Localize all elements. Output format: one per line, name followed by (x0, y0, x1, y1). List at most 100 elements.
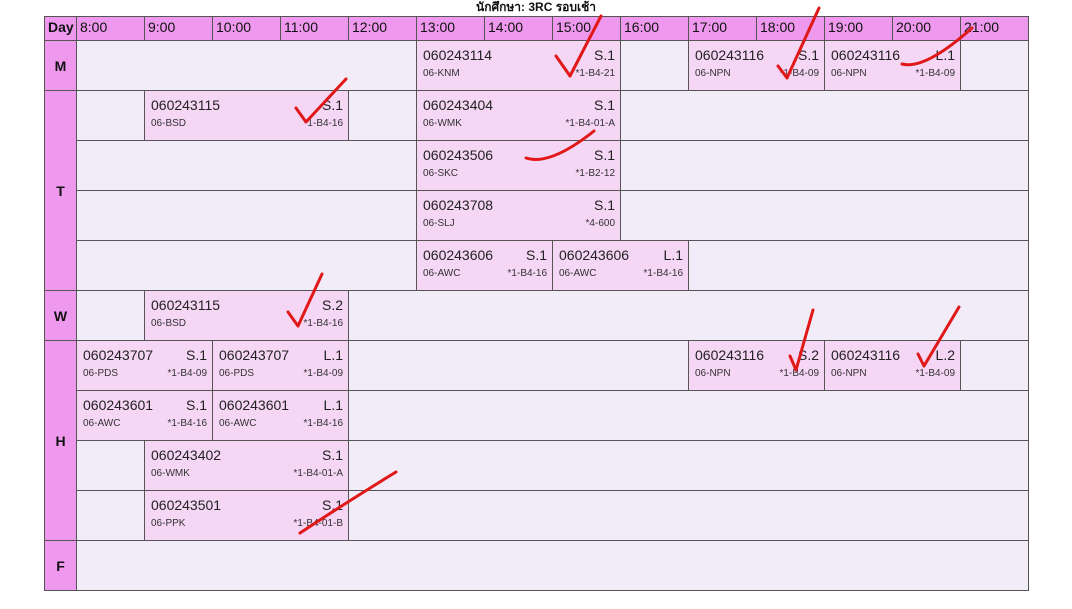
class-slot[interactable]: 060243115 S.1 06-BSD *1-B4-16 (144, 90, 349, 141)
course-code: 060243707 (219, 347, 290, 363)
room-code: *1-B4-16 (643, 268, 683, 279)
slot-line-2: 06-PDS *1-B4-09 (83, 368, 207, 379)
section-label: S.1 (525, 247, 547, 263)
room-code: *1-B4-16 (507, 268, 547, 279)
instructor-code: 06-NPN (831, 68, 867, 79)
day-label-t: T (44, 90, 77, 291)
slot-line-2: 06-AWC *1-B4-16 (219, 418, 343, 429)
class-slot[interactable]: 060243601 S.1 06-AWC *1-B4-16 (76, 390, 213, 441)
instructor-code: 06-WMK (423, 118, 462, 129)
class-slot[interactable]: 060243116 L.1 06-NPN *1-B4-09 (824, 40, 961, 91)
hour-header: 12:00 (348, 16, 417, 41)
section-label: L.2 (935, 347, 955, 363)
hour-header: 16:00 (620, 16, 689, 41)
section-label: L.1 (935, 47, 955, 63)
slot-line-2: 06-PDS *1-B4-09 (219, 368, 343, 379)
slot-line-1: 060243404 S.1 (423, 97, 615, 113)
course-code: 060243115 (151, 97, 221, 113)
room-code: *1-B4-16 (303, 418, 343, 429)
slot-line-2: 06-WMK *1-B4-01-A (423, 118, 615, 129)
room-code: *1-B4-09 (303, 368, 343, 379)
section-label: S.1 (593, 197, 615, 213)
class-slot[interactable]: 060243707 L.1 06-PDS *1-B4-09 (212, 340, 349, 391)
class-slot[interactable]: 060243115 S.2 06-BSD *1-B4-16 (144, 290, 349, 341)
hour-header: 10:00 (212, 16, 281, 41)
class-slot[interactable]: 060243707 S.1 06-PDS *1-B4-09 (76, 340, 213, 391)
room-code: *1-B2-12 (575, 168, 615, 179)
instructor-code: 06-NPN (831, 368, 867, 379)
hour-header: 19:00 (824, 16, 893, 41)
slot-line-1: 060243707 L.1 (219, 347, 343, 363)
slot-line-1: 060243114 S.1 (423, 47, 615, 63)
course-code: 060243601 (219, 397, 290, 413)
class-slot[interactable]: 060243116 L.2 06-NPN *1-B4-09 (824, 340, 961, 391)
class-slot[interactable]: 060243708 S.1 06-SLJ *4-600 (416, 190, 621, 241)
slot-line-1: 060243707 S.1 (83, 347, 207, 363)
class-slot[interactable]: 060243606 S.1 06-AWC *1-B4-16 (416, 240, 553, 291)
room-code: *1-B4-01-B (293, 518, 343, 529)
hour-header: 11:00 (280, 16, 349, 41)
class-slot[interactable]: 060243501 S.1 06-PPK *1-B4-01-B (144, 490, 349, 541)
instructor-code: 06-AWC (423, 268, 461, 279)
course-code: 060243606 (559, 247, 630, 263)
hour-header: 21:00 (960, 16, 1029, 41)
slot-line-1: 060243116 S.2 (695, 347, 819, 363)
slot-line-2: 06-NPN *1-B4-09 (695, 68, 819, 79)
slot-line-2: 06-AWC *1-B4-16 (83, 418, 207, 429)
course-code: 060243506 (423, 147, 494, 163)
class-slot[interactable]: 060243116 S.1 06-NPN *1-B4-09 (688, 40, 825, 91)
room-code: *1-B4-01-A (565, 118, 615, 129)
slot-line-1: 060243708 S.1 (423, 197, 615, 213)
hour-header: 20:00 (892, 16, 961, 41)
day-column-header: Day (44, 16, 77, 41)
room-code: *1-B4-16 (303, 318, 343, 329)
instructor-code: 06-PDS (83, 368, 119, 379)
room-code: *1-B4-21 (575, 68, 615, 79)
class-slot[interactable]: 060243116 S.2 06-NPN *1-B4-09 (688, 340, 825, 391)
slot-line-1: 060243115 S.2 (151, 297, 343, 313)
schedule-row (76, 540, 1029, 591)
slot-line-1: 060243501 S.1 (151, 497, 343, 513)
hour-header: 15:00 (552, 16, 621, 41)
room-code: *1-B4-09 (167, 368, 207, 379)
slot-line-2: 06-SKC *1-B2-12 (423, 168, 615, 179)
course-code: 060243116 (831, 47, 901, 63)
section-label: S.1 (321, 447, 343, 463)
instructor-code: 06-SLJ (423, 218, 455, 229)
instructor-code: 06-AWC (219, 418, 257, 429)
section-label: S.1 (185, 397, 207, 413)
hour-header: 14:00 (484, 16, 553, 41)
slot-line-2: 06-KNM *1-B4-21 (423, 68, 615, 79)
slot-line-1: 060243116 S.1 (695, 47, 819, 63)
hour-header: 13:00 (416, 16, 485, 41)
slot-line-2: 06-BSD *1-B4-16 (151, 118, 343, 129)
instructor-code: 06-NPN (695, 68, 731, 79)
course-code: 060243116 (831, 347, 901, 363)
instructor-code: 06-NPN (695, 368, 731, 379)
class-slot[interactable]: 060243114 S.1 06-KNM *1-B4-21 (416, 40, 621, 91)
room-code: *4-600 (585, 218, 615, 229)
class-slot[interactable]: 060243402 S.1 06-WMK *1-B4-01-A (144, 440, 349, 491)
section-label: S.1 (797, 47, 819, 63)
slot-line-1: 060243116 L.2 (831, 347, 955, 363)
class-slot[interactable]: 060243404 S.1 06-WMK *1-B4-01-A (416, 90, 621, 141)
instructor-code: 06-AWC (83, 418, 121, 429)
room-code: *1-B4-01-A (293, 468, 343, 479)
course-code: 060243707 (83, 347, 154, 363)
hour-header: 18:00 (756, 16, 825, 41)
room-code: *1-B4-09 (915, 368, 955, 379)
slot-line-1: 060243606 L.1 (559, 247, 683, 263)
slot-line-1: 060243506 S.1 (423, 147, 615, 163)
class-slot[interactable]: 060243606 L.1 06-AWC *1-B4-16 (552, 240, 689, 291)
course-code: 060243116 (695, 347, 765, 363)
class-slot[interactable]: 060243506 S.1 06-SKC *1-B2-12 (416, 140, 621, 191)
section-label: S.1 (321, 497, 343, 513)
slot-line-2: 06-AWC *1-B4-16 (559, 268, 683, 279)
slot-line-2: 06-NPN *1-B4-09 (831, 68, 955, 79)
slot-line-2: 06-PPK *1-B4-01-B (151, 518, 343, 529)
class-slot[interactable]: 060243601 L.1 06-AWC *1-B4-16 (212, 390, 349, 441)
hour-header: 17:00 (688, 16, 757, 41)
slot-line-1: 060243601 S.1 (83, 397, 207, 413)
slot-line-2: 06-NPN *1-B4-09 (695, 368, 819, 379)
room-code: *1-B4-09 (915, 68, 955, 79)
